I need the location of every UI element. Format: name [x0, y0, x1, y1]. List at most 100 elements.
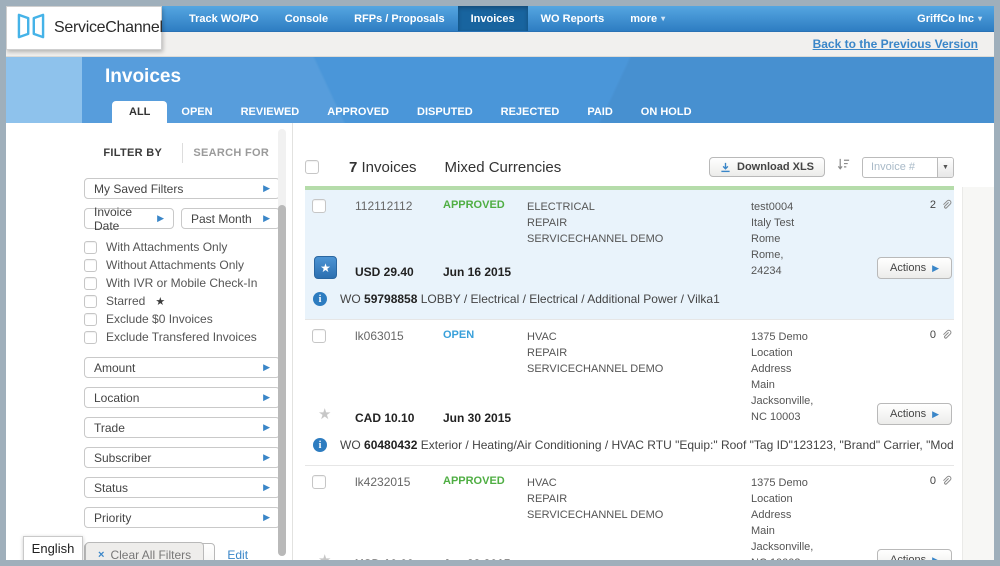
- filter-sidebar: FILTER BY SEARCH FOR My Saved Filters▶ I…: [6, 123, 293, 560]
- star-icon: ★: [155, 295, 165, 308]
- status-tabs: ALL OPEN REVIEWED APPROVED DISPUTED REJE…: [112, 101, 706, 123]
- row-checkbox[interactable]: [312, 329, 326, 343]
- actions-button[interactable]: Actions▶: [877, 549, 952, 560]
- actions-button[interactable]: Actions▶: [877, 403, 952, 425]
- chevron-right-icon: ▶: [157, 213, 164, 224]
- checkbox-without-attachments[interactable]: Without Attachments Only: [84, 257, 280, 273]
- checkbox-icon[interactable]: [84, 313, 97, 326]
- chevron-right-icon: ▶: [263, 183, 270, 194]
- status-dropdown[interactable]: Status▶: [84, 477, 280, 498]
- invoice-count: 7 Invoices: [349, 159, 417, 176]
- page-header: Invoices ALL OPEN REVIEWED APPROVED DISP…: [6, 57, 994, 123]
- invoice-number[interactable]: lk063015: [355, 329, 443, 343]
- checkbox-icon[interactable]: [84, 277, 97, 290]
- saved-filters-dropdown[interactable]: My Saved Filters▶: [84, 178, 280, 199]
- nav-item-rfps-proposals[interactable]: RFPs / Proposals: [341, 6, 457, 31]
- chevron-right-icon: ▶: [263, 482, 270, 493]
- edit-filters-link[interactable]: Edit Filters: [227, 548, 280, 560]
- nav-item-wo-reports[interactable]: WO Reports: [528, 6, 618, 31]
- checkbox-icon[interactable]: [84, 259, 97, 272]
- star-toggle-off[interactable]: ★: [318, 551, 355, 560]
- actions-button[interactable]: Actions▶: [877, 257, 952, 279]
- back-to-previous-link[interactable]: Back to the Previous Version: [813, 37, 978, 51]
- tab-on-hold[interactable]: ON HOLD: [627, 101, 706, 123]
- right-gutter: [962, 187, 994, 560]
- row-checkbox[interactable]: [312, 199, 326, 213]
- tab-approved[interactable]: APPROVED: [313, 101, 403, 123]
- work-order-summary[interactable]: WO 59798858 LOBBY / Electrical / Electri…: [340, 292, 720, 306]
- header-left-block: [6, 57, 82, 123]
- date-range-dropdown[interactable]: Past Month▶: [181, 208, 280, 229]
- invoice-date: Apr 23 2015: [443, 557, 527, 560]
- download-xls-button[interactable]: Download XLS: [709, 157, 825, 177]
- sort-order-icon[interactable]: [836, 157, 851, 177]
- attachments-count[interactable]: 0: [930, 475, 952, 487]
- status-badge: APPROVED: [443, 475, 527, 487]
- tab-reviewed[interactable]: REVIEWED: [227, 101, 314, 123]
- info-icon[interactable]: i: [313, 292, 327, 306]
- nav-item-more[interactable]: more▾: [617, 6, 678, 31]
- checkbox-with-attachments[interactable]: With Attachments Only: [84, 239, 280, 255]
- tab-rejected[interactable]: REJECTED: [487, 101, 574, 123]
- checkbox-exclude-transfered[interactable]: Exclude Transfered Invoices: [84, 329, 280, 345]
- nav-item-console[interactable]: Console: [272, 6, 341, 31]
- invoice-amount: USD 29.40: [355, 265, 443, 279]
- checkbox-exclude-zero[interactable]: Exclude $0 Invoices: [84, 311, 280, 327]
- close-icon: ×: [98, 549, 104, 560]
- status-badge: OPEN: [443, 329, 527, 341]
- tab-paid[interactable]: PAID: [573, 101, 626, 123]
- nav-item-invoices[interactable]: Invoices: [458, 6, 528, 31]
- tab-open[interactable]: OPEN: [167, 101, 226, 123]
- sort-field-select[interactable]: Invoice # ▼: [862, 157, 954, 178]
- invoice-number[interactable]: lk4232015: [355, 475, 443, 489]
- filter-by-tab[interactable]: FILTER BY: [84, 147, 182, 159]
- chevron-right-icon: ▶: [263, 362, 270, 373]
- filter-search-toggle: FILTER BY SEARCH FOR: [84, 143, 280, 163]
- checkbox-starred[interactable]: Starred★: [84, 293, 280, 309]
- paperclip-icon: [940, 475, 952, 487]
- servicechannel-logo-icon: [16, 13, 46, 44]
- tab-disputed[interactable]: DISPUTED: [403, 101, 487, 123]
- download-icon: [720, 162, 731, 173]
- scrollbar-thumb[interactable]: [278, 205, 286, 556]
- trade-dropdown[interactable]: Trade▶: [84, 417, 280, 438]
- invoice-location: 1375 Demo LocationAddress MainJacksonvil…: [751, 329, 814, 425]
- search-for-tab[interactable]: SEARCH FOR: [183, 147, 281, 159]
- invoice-number[interactable]: 112112112: [355, 199, 443, 213]
- star-toggle-off[interactable]: ★: [318, 405, 355, 425]
- invoice-list-panel: 7 Invoices Mixed Currencies Download XLS…: [293, 123, 994, 560]
- invoice-date-dropdown[interactable]: Invoice Date▶: [84, 208, 174, 229]
- attachments-count[interactable]: 0: [930, 329, 952, 341]
- invoice-trade: HVACREPAIRSERVICECHANNEL DEMO: [527, 329, 751, 425]
- checkbox-ivr-mobile[interactable]: With IVR or Mobile Check-In: [84, 275, 280, 291]
- attachments-count[interactable]: 2: [930, 199, 952, 211]
- brand-logo[interactable]: ServiceChannel: [6, 6, 162, 50]
- priority-dropdown[interactable]: Priority▶: [84, 507, 280, 528]
- info-icon[interactable]: i: [313, 438, 327, 452]
- nav-item-track-wopo[interactable]: Track WO/PO: [176, 6, 272, 31]
- subscriber-dropdown[interactable]: Subscriber▶: [84, 447, 280, 468]
- location-dropdown[interactable]: Location▶: [84, 387, 280, 408]
- tab-all[interactable]: ALL: [112, 101, 167, 123]
- account-menu[interactable]: GriffCo Inc▾: [917, 6, 994, 31]
- chevron-down-icon: ▼: [937, 158, 953, 177]
- status-badge: APPROVED: [443, 199, 527, 211]
- work-order-summary[interactable]: WO 60480432 Exterior / Heating/Air Condi…: [340, 438, 954, 452]
- clear-all-filters-button[interactable]: × Clear All Filters: [85, 542, 204, 560]
- amount-dropdown[interactable]: Amount▶: [84, 357, 280, 378]
- checkbox-icon[interactable]: [84, 331, 97, 344]
- invoice-row: ★ lk4232015 USD 10.00 APPROVED Apr 23 20…: [305, 465, 954, 560]
- checkbox-icon[interactable]: [84, 295, 97, 308]
- sidebar-scrollbar[interactable]: [278, 129, 286, 556]
- language-selector[interactable]: English: [23, 536, 83, 560]
- row-checkbox[interactable]: [312, 475, 326, 489]
- invoice-trade: HVACREPAIRSERVICECHANNEL DEMO: [527, 475, 751, 560]
- chevron-right-icon: ▶: [263, 422, 270, 433]
- chevron-down-icon: ▾: [978, 14, 982, 23]
- invoice-date: Jun 30 2015: [443, 411, 527, 425]
- checkbox-icon[interactable]: [84, 241, 97, 254]
- select-all-checkbox[interactable]: [305, 160, 319, 174]
- invoice-date: Jun 16 2015: [443, 265, 527, 279]
- paperclip-icon: [940, 199, 952, 211]
- star-toggle-on[interactable]: ★: [314, 256, 337, 279]
